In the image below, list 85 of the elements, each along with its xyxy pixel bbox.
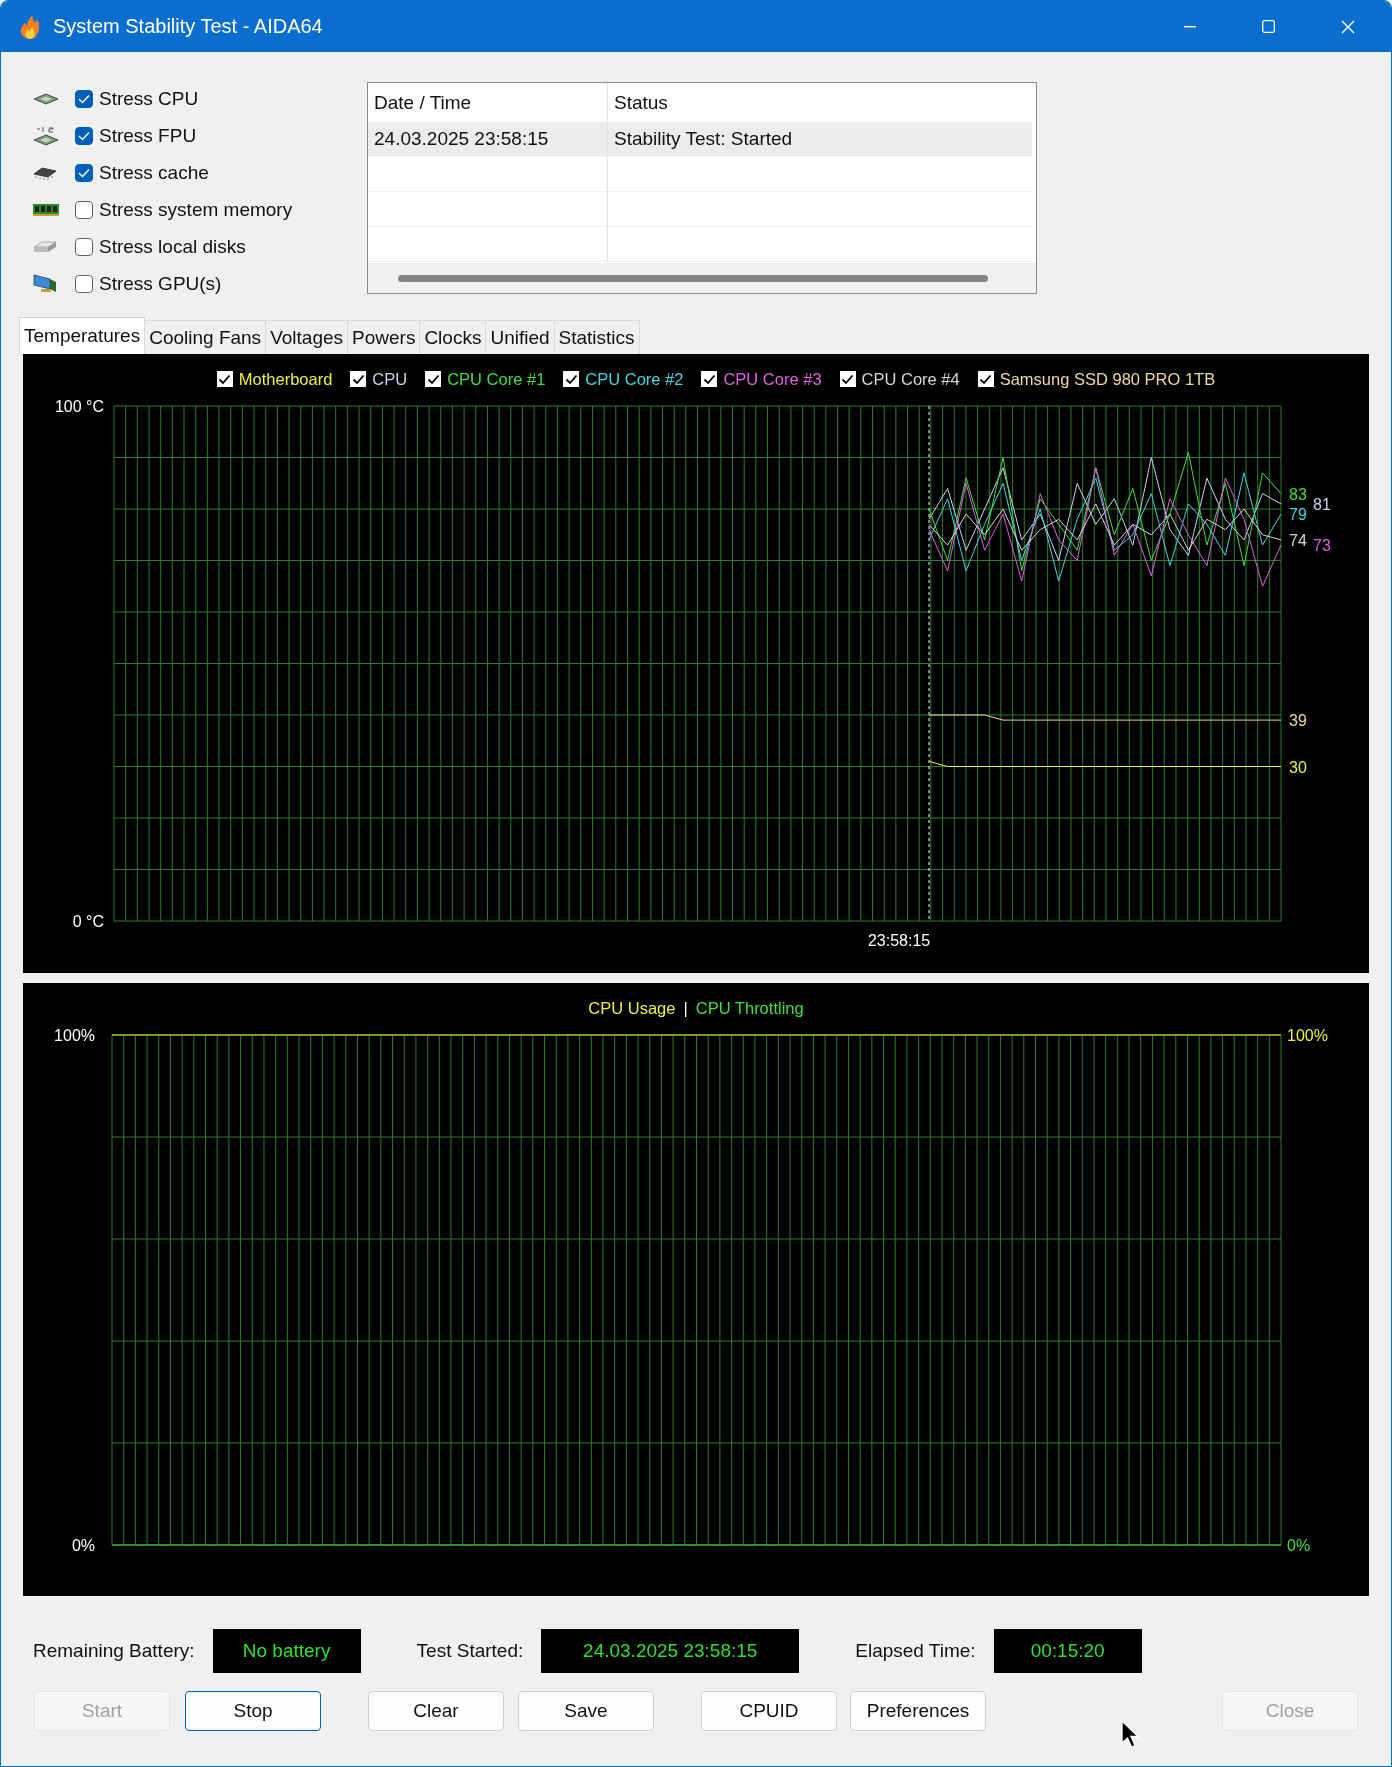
- checkbox[interactable]: [75, 89, 93, 108]
- tab[interactable]: Statistics: [553, 320, 640, 354]
- axis-label: 100%: [1287, 1027, 1328, 1044]
- time-label: 23:58:15: [867, 932, 931, 949]
- legend-separator: |: [683, 998, 688, 1018]
- column-header[interactable]: Status: [608, 91, 668, 114]
- checkbox[interactable]: [977, 371, 994, 387]
- legend-label: CPU Throttling: [695, 998, 804, 1018]
- reading-label: 83: [1289, 485, 1307, 503]
- status-value: No battery: [212, 1629, 361, 1673]
- drive-icon: [33, 239, 57, 254]
- status-value: 24.03.2025 23:58:15: [541, 1629, 800, 1673]
- button[interactable]: Clear: [368, 1691, 504, 1731]
- legend-label[interactable]: CPU Core #3: [723, 369, 822, 389]
- legend-label[interactable]: CPU Core #1: [447, 369, 546, 389]
- check-icon: [702, 373, 716, 385]
- table-cell: 24.03.2025 23:58:15: [368, 122, 608, 156]
- status-label: Remaining Battery:: [33, 1640, 195, 1662]
- axis-label: 100 °C: [54, 398, 104, 415]
- button[interactable]: Stop: [185, 1691, 321, 1731]
- legend-label[interactable]: CPU Core #4: [861, 369, 960, 389]
- checkbox[interactable]: [75, 126, 93, 145]
- check-icon: [78, 167, 90, 178]
- reading-label: 30: [1289, 758, 1307, 776]
- legend-label[interactable]: Samsung SSD 980 PRO 1TB: [999, 369, 1216, 389]
- check-icon: [351, 373, 365, 385]
- checkbox[interactable]: [75, 237, 93, 256]
- reading-label: 73: [1313, 537, 1331, 555]
- check-icon: [841, 373, 855, 385]
- check-icon: [78, 130, 90, 141]
- legend-label: CPU Usage: [588, 998, 676, 1018]
- memory-module-icon: [33, 202, 59, 217]
- button[interactable]: Save: [518, 1691, 654, 1731]
- checkbox-label[interactable]: Stress GPU(s): [99, 272, 222, 295]
- axis-label: 0 °C: [72, 913, 104, 930]
- flame-icon: [19, 13, 41, 40]
- scrollbar-thumb[interactable]: [398, 274, 988, 282]
- scrollbar[interactable]: [368, 263, 1036, 293]
- status-label: Test Started:: [416, 1640, 524, 1662]
- tab[interactable]: Cooling Fans: [144, 320, 267, 354]
- status-value: 00:15:20: [993, 1629, 1142, 1673]
- maximize-icon[interactable]: [1262, 20, 1275, 33]
- chip-icon: [33, 92, 59, 105]
- button[interactable]: CPUID: [701, 1691, 837, 1731]
- checkbox-label[interactable]: Stress system memory: [99, 198, 293, 221]
- reading-label: 74: [1289, 531, 1307, 549]
- check-icon: [426, 373, 440, 385]
- checkbox[interactable]: [216, 371, 233, 387]
- checkbox[interactable]: [350, 371, 367, 387]
- status-label: Elapsed Time:: [855, 1640, 976, 1662]
- graphics-card-icon: [33, 272, 57, 295]
- chip-icon: [33, 165, 57, 180]
- checkbox[interactable]: [75, 200, 93, 219]
- axis-label: 0%: [1287, 1537, 1311, 1554]
- axis-label: 0%: [71, 1537, 95, 1554]
- legend-label[interactable]: CPU Core #2: [585, 369, 684, 389]
- window-title: System Stability Test - AIDA64: [53, 15, 323, 38]
- reading-label: 81: [1313, 495, 1331, 513]
- checkbox-label[interactable]: Stress local disks: [99, 235, 246, 258]
- checkbox[interactable]: [839, 371, 856, 387]
- chip-icon: [33, 124, 59, 147]
- close-icon[interactable]: [1341, 19, 1355, 34]
- cursor-icon: [1121, 1720, 1139, 1748]
- tab[interactable]: Temperatures: [19, 317, 146, 354]
- axis-label: 100%: [54, 1027, 95, 1044]
- checkbox-label[interactable]: Stress FPU: [99, 124, 197, 147]
- check-icon: [979, 373, 993, 385]
- legend-label[interactable]: CPU: [372, 369, 408, 389]
- checkbox[interactable]: [563, 371, 580, 387]
- legend-label[interactable]: Motherboard: [238, 369, 333, 389]
- table-row[interactable]: 24.03.2025 23:58:15 Stability Test: Started: [368, 122, 1032, 157]
- check-icon: [564, 373, 578, 385]
- checkbox[interactable]: [425, 371, 442, 387]
- checkbox-label[interactable]: Stress cache: [99, 161, 209, 184]
- check-icon: [218, 373, 232, 385]
- minimize-icon[interactable]: [1184, 25, 1196, 28]
- reading-label: 79: [1289, 506, 1307, 524]
- checkbox-label[interactable]: Stress CPU: [99, 87, 199, 110]
- checkbox[interactable]: [701, 371, 718, 387]
- check-icon: [78, 93, 90, 104]
- checkbox[interactable]: [75, 274, 93, 293]
- reading-label: 39: [1289, 712, 1307, 730]
- table-cell-text: Stability Test: Started: [613, 128, 793, 150]
- checkbox[interactable]: [75, 163, 93, 182]
- button[interactable]: Preferences: [850, 1691, 986, 1731]
